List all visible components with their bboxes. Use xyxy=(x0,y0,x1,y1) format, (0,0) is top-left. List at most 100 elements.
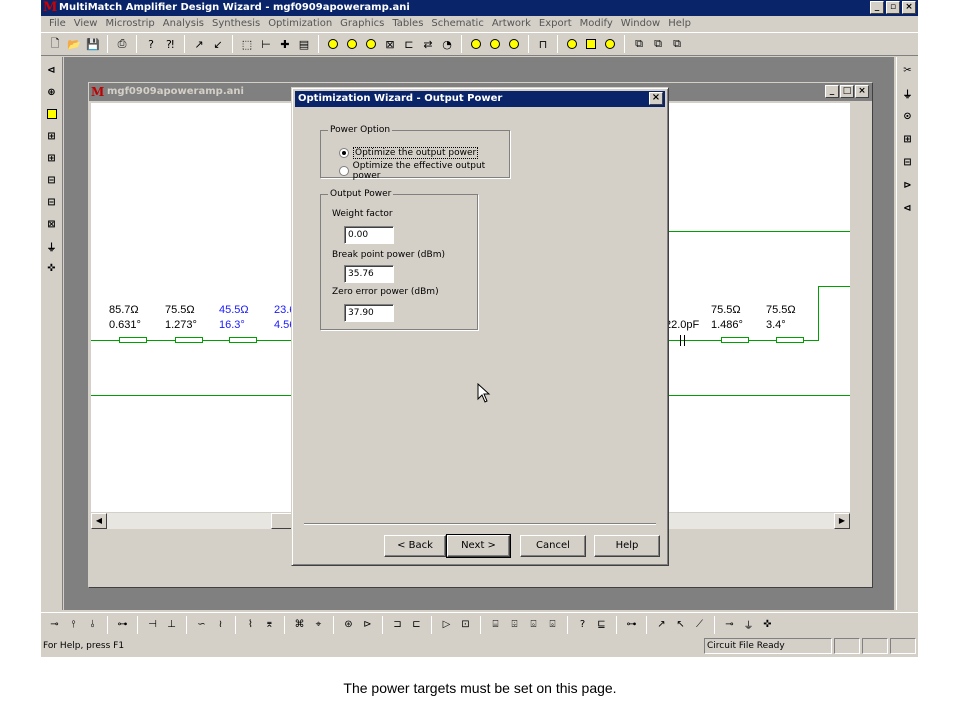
s-param-icon[interactable] xyxy=(487,36,503,52)
chart-icon[interactable]: ◔ xyxy=(439,36,455,52)
radio-button-selected[interactable] xyxy=(339,148,349,158)
add-icon[interactable]: ⊞ xyxy=(900,130,916,148)
component-icon[interactable]: ⊢ xyxy=(258,36,274,52)
radio-button[interactable] xyxy=(339,166,349,176)
cascade-icon[interactable]: ⧉ xyxy=(669,36,685,52)
network-icon[interactable]: ⊏ xyxy=(401,36,417,52)
scissors-icon[interactable]: ✂ xyxy=(900,61,916,79)
close-icon[interactable]: × xyxy=(649,92,663,105)
zero-error-field[interactable]: 37.90 xyxy=(344,304,394,322)
circle-tool-icon[interactable] xyxy=(564,36,580,52)
equal-icon[interactable]: ⇄ xyxy=(420,36,436,52)
menu-modify[interactable]: Modify xyxy=(576,16,617,32)
menu-file[interactable]: File xyxy=(45,16,70,32)
tune-arrow-alt-icon[interactable]: ↖ xyxy=(673,617,688,633)
resonator-icon[interactable]: ⊶ xyxy=(624,617,639,633)
save-icon[interactable]: 💾 xyxy=(85,36,101,52)
transformer-icon[interactable]: ⌘ xyxy=(292,617,307,633)
menu-tables[interactable]: Tables xyxy=(388,16,427,32)
circuit-load-icon[interactable]: ⊞ xyxy=(44,149,60,167)
cancel-button[interactable]: Cancel xyxy=(520,535,586,557)
terminal-icon[interactable]: ⊸ xyxy=(722,617,737,633)
select-icon[interactable]: ⬚ xyxy=(239,36,255,52)
ground-right-icon[interactable]: ⏚ xyxy=(900,84,916,102)
print-icon[interactable]: ⎙ xyxy=(114,36,130,52)
series-resistor-icon[interactable]: ⊸ xyxy=(47,617,62,633)
network-block-icon[interactable]: ⌹ xyxy=(507,617,522,633)
tune-up-icon[interactable]: ↗ xyxy=(191,36,207,52)
series-cap-icon[interactable]: ⊣ xyxy=(145,617,160,633)
dc-block-icon[interactable]: ⌻ xyxy=(545,617,560,633)
open-folder-icon[interactable]: 📂 xyxy=(66,36,82,52)
help-icon[interactable]: ? xyxy=(143,36,159,52)
tune-down-icon[interactable]: ↙ xyxy=(210,36,226,52)
restore-icon[interactable]: ▫ xyxy=(886,1,900,14)
minimize-icon[interactable]: _ xyxy=(825,85,839,98)
junction-icon[interactable]: ✜ xyxy=(760,617,775,633)
cross-icon[interactable]: ✚ xyxy=(277,36,293,52)
minimize-icon[interactable]: _ xyxy=(870,1,884,14)
bias-icon[interactable]: ⌺ xyxy=(526,617,541,633)
port-icon[interactable]: ⊡ xyxy=(458,617,473,633)
break-point-field[interactable]: 35.76 xyxy=(344,265,394,283)
output-match-icon[interactable]: ⊟ xyxy=(44,193,60,211)
stub-short-icon[interactable]: ⊏ xyxy=(409,617,424,633)
k-factor-icon[interactable]: ⊠ xyxy=(44,215,60,233)
menu-optimization[interactable]: Optimization xyxy=(264,16,336,32)
diode-icon[interactable]: ⊳ xyxy=(360,617,375,633)
question-component-icon[interactable]: ? xyxy=(575,617,590,633)
menu-help[interactable]: Help xyxy=(664,16,695,32)
amp-icon[interactable]: ▷ xyxy=(439,617,454,633)
oval-tool-icon[interactable] xyxy=(602,36,618,52)
matrix-icon[interactable]: ⊠ xyxy=(382,36,398,52)
scroll-right-icon[interactable]: ▶ xyxy=(834,513,850,529)
menu-window[interactable]: Window xyxy=(617,16,664,32)
amplifier-icon[interactable]: ⧉ xyxy=(631,36,647,52)
shunt-stub-icon[interactable]: ⫰ xyxy=(85,617,100,633)
rlc-icon[interactable]: ⌇ xyxy=(243,617,258,633)
coupler-icon[interactable]: ⌖ xyxy=(311,617,326,633)
close-icon[interactable]: × xyxy=(902,1,916,14)
shunt-ind-icon[interactable]: ≀ xyxy=(213,617,228,633)
context-help-icon[interactable]: ⁈ xyxy=(162,36,178,52)
noise-circle-icon[interactable] xyxy=(363,36,379,52)
radio-optimize-effective[interactable]: Optimize the effective output power xyxy=(339,161,509,181)
device-icon[interactable]: ⊛ xyxy=(341,617,356,633)
tune-slash-icon[interactable]: ⟋ xyxy=(692,617,707,633)
shunt-cap-icon[interactable]: ⊥ xyxy=(164,617,179,633)
port-in-icon[interactable]: ⊲ xyxy=(44,61,60,79)
menu-graphics[interactable]: Graphics xyxy=(336,16,388,32)
cross-node-icon[interactable]: ✜ xyxy=(44,259,60,277)
maximize-icon[interactable]: □ xyxy=(840,85,854,98)
new-file-icon[interactable]: 🗋 xyxy=(47,36,63,52)
shunt-resistor-icon[interactable]: ⫯ xyxy=(66,617,81,633)
menu-view[interactable]: View xyxy=(70,16,102,32)
menu-export[interactable]: Export xyxy=(535,16,576,32)
radio-optimize-output[interactable]: Optimize the output power xyxy=(339,147,479,159)
stage-icon[interactable]: ⧉ xyxy=(650,36,666,52)
node-icon[interactable]: ⊕ xyxy=(44,83,60,101)
smith-chart-icon[interactable] xyxy=(325,36,341,52)
tune-arrow-icon[interactable]: ↗ xyxy=(654,617,669,633)
circuit-icon[interactable]: ⊞ xyxy=(44,127,60,145)
via-icon[interactable]: ⊑ xyxy=(594,617,609,633)
ground-bottom-icon[interactable]: ⏚ xyxy=(741,617,756,633)
remove-icon[interactable]: ⊟ xyxy=(900,153,916,171)
ground-icon[interactable]: ⏚ xyxy=(44,237,60,255)
point-icon[interactable]: ⊙ xyxy=(900,107,916,125)
menu-analysis[interactable]: Analysis xyxy=(159,16,208,32)
back-button[interactable]: < Back xyxy=(384,535,446,557)
port-back-icon[interactable]: ⊲ xyxy=(900,199,916,217)
square-tool-icon[interactable] xyxy=(583,36,599,52)
menu-microstrip[interactable]: Microstrip xyxy=(101,16,158,32)
help-button[interactable]: Help xyxy=(594,535,660,557)
filter-icon[interactable]: ⌸ xyxy=(488,617,503,633)
port-out-icon[interactable]: ⊳ xyxy=(900,176,916,194)
menu-artwork[interactable]: Artwork xyxy=(488,16,535,32)
input-match-icon[interactable]: ⊟ xyxy=(44,171,60,189)
gain-circle-icon[interactable] xyxy=(344,36,360,52)
menu-schematic[interactable]: Schematic xyxy=(427,16,487,32)
series-ind-icon[interactable]: ∽ xyxy=(194,617,209,633)
z-param-icon[interactable] xyxy=(506,36,522,52)
stub-open-icon[interactable]: ⊐ xyxy=(390,617,405,633)
